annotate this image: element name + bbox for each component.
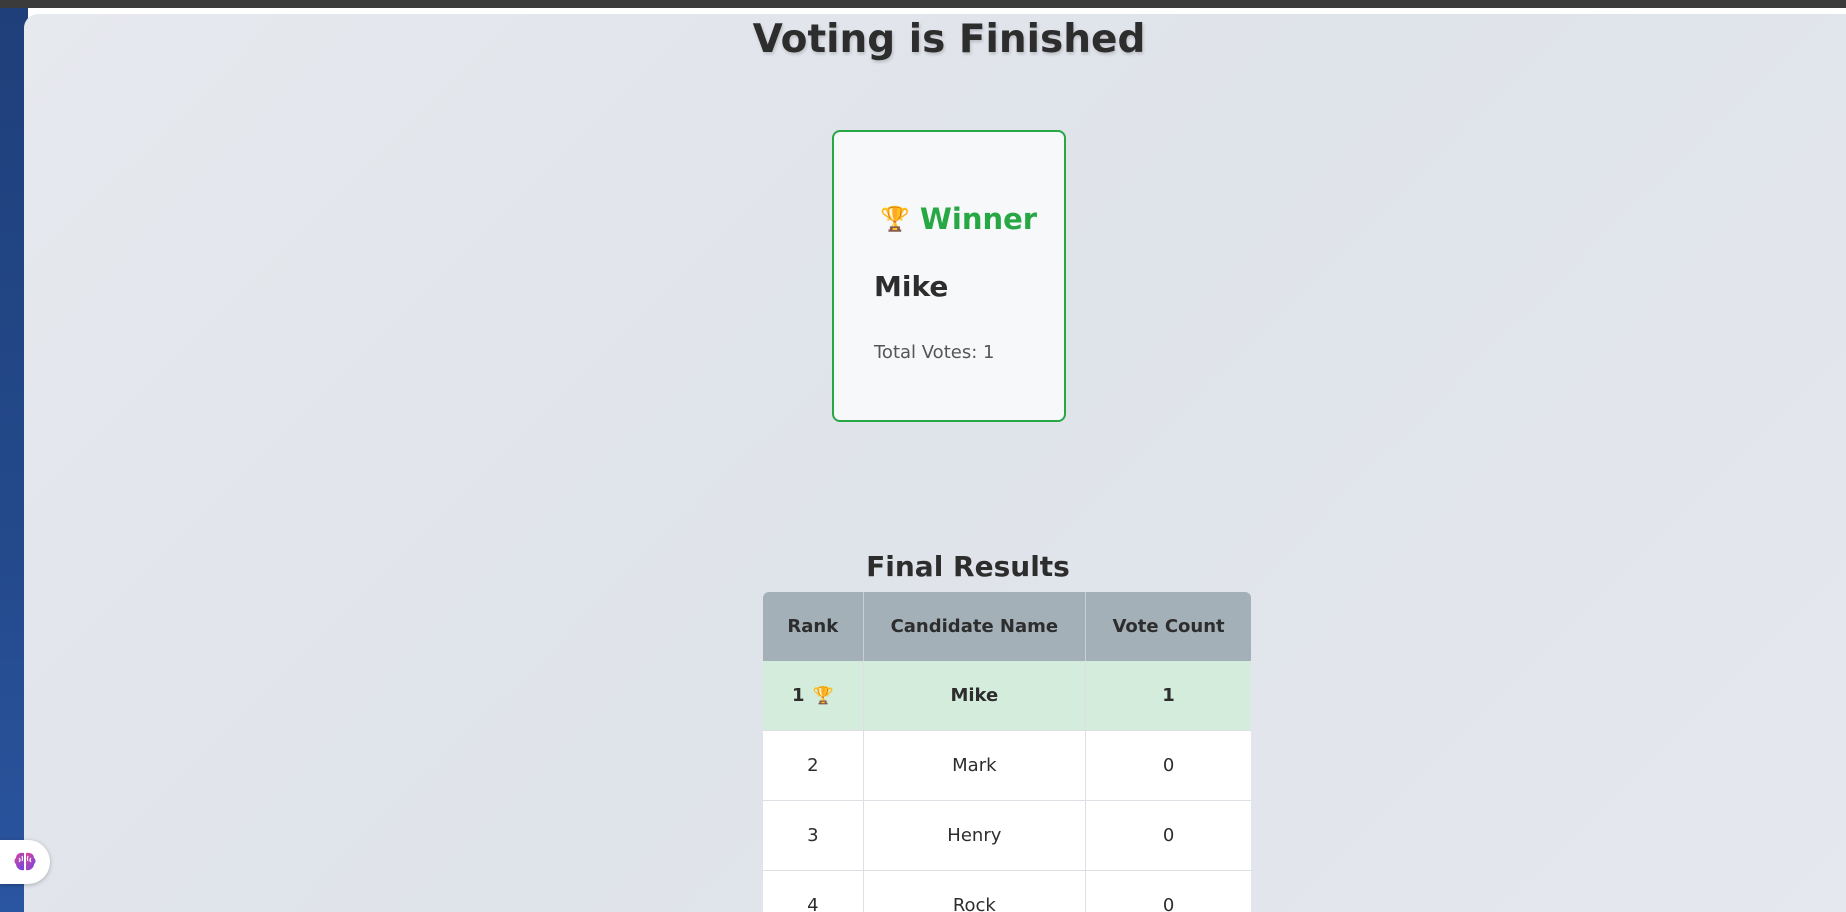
table-row: 2 Mark 0 bbox=[763, 730, 1251, 800]
assistant-launcher-button[interactable] bbox=[0, 840, 50, 884]
rank-cell: 4 bbox=[763, 870, 864, 912]
column-header-rank: Rank bbox=[763, 592, 864, 661]
table-row: 4 Rock 0 bbox=[763, 870, 1251, 912]
results-table: Rank Candidate Name Vote Count 1 🏆 Mike 1… bbox=[763, 592, 1251, 912]
trophy-icon: 🏆 bbox=[880, 205, 910, 233]
vote-count-cell: 1 bbox=[1086, 661, 1251, 730]
vote-count-cell: 0 bbox=[1086, 730, 1251, 800]
brain-icon bbox=[14, 852, 36, 871]
vote-count-cell: 0 bbox=[1086, 870, 1251, 912]
browser-top-bar bbox=[0, 0, 1846, 8]
table-row: 1 🏆 Mike 1 bbox=[763, 661, 1251, 730]
candidate-name-cell: Henry bbox=[863, 800, 1087, 870]
table-header-row: Rank Candidate Name Vote Count bbox=[763, 592, 1251, 661]
candidate-name-cell: Mike bbox=[863, 661, 1087, 730]
page-title: Voting is Finished bbox=[752, 17, 1146, 62]
column-header-candidate-name: Candidate Name bbox=[863, 592, 1087, 661]
rank-cell: 2 bbox=[763, 730, 864, 800]
winner-name: Mike bbox=[874, 270, 949, 303]
results-title: Final Results bbox=[866, 550, 1070, 583]
column-header-vote-count: Vote Count bbox=[1086, 592, 1251, 661]
winner-card: 🏆 Winner Mike Total Votes: 1 bbox=[832, 130, 1066, 422]
rank-cell: 1 🏆 bbox=[763, 661, 864, 730]
rank-cell: 3 bbox=[763, 800, 864, 870]
candidate-name-cell: Rock bbox=[863, 870, 1087, 912]
trophy-icon: 🏆 bbox=[812, 686, 834, 706]
candidate-name-cell: Mark bbox=[863, 730, 1087, 800]
winner-heading-label: Winner bbox=[919, 202, 1038, 236]
main-panel: Voting is Finished 🏆 Winner Mike Total Vo… bbox=[24, 14, 1846, 912]
table-row: 3 Henry 0 bbox=[763, 800, 1251, 870]
vote-count-cell: 0 bbox=[1086, 800, 1251, 870]
winner-total-votes: Total Votes: 1 bbox=[874, 342, 995, 363]
winner-heading: 🏆 Winner bbox=[880, 202, 1037, 236]
